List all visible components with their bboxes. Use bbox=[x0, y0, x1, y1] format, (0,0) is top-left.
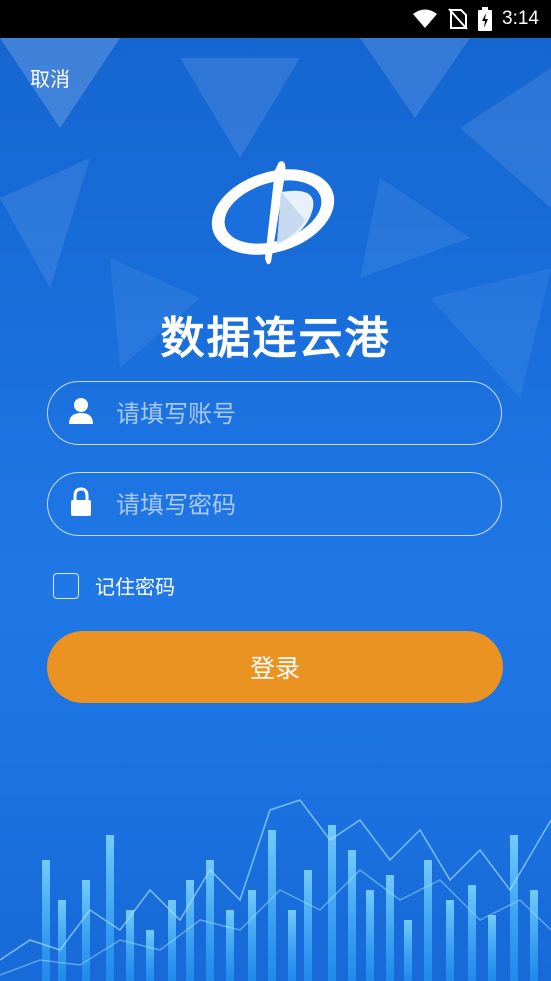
password-field[interactable] bbox=[47, 472, 502, 537]
password-input[interactable] bbox=[114, 473, 488, 537]
user-icon bbox=[69, 398, 93, 424]
account-field[interactable] bbox=[47, 381, 502, 446]
status-time: 3:14 bbox=[502, 8, 539, 29]
app-logo-icon bbox=[211, 161, 335, 265]
login-screen: 3:14 取消 数据连云港 记住密码 登录 bbox=[0, 0, 551, 981]
remember-password-label[interactable]: 记住密码 bbox=[95, 571, 175, 600]
remember-password-checkbox[interactable] bbox=[53, 572, 79, 599]
app-title: 数据连云港 bbox=[160, 313, 391, 364]
account-input[interactable] bbox=[114, 382, 488, 446]
decorative-chart-graphic bbox=[0, 799, 551, 981]
lock-icon bbox=[71, 487, 91, 516]
cancel-button[interactable]: 取消 bbox=[30, 63, 70, 92]
no-sim-icon bbox=[448, 8, 468, 30]
status-bar: 3:14 bbox=[0, 0, 551, 38]
login-button[interactable]: 登录 bbox=[47, 631, 503, 703]
remember-password-row[interactable]: 记住密码 bbox=[53, 571, 175, 600]
battery-charging-icon bbox=[478, 7, 493, 31]
wifi-icon bbox=[413, 9, 438, 28]
